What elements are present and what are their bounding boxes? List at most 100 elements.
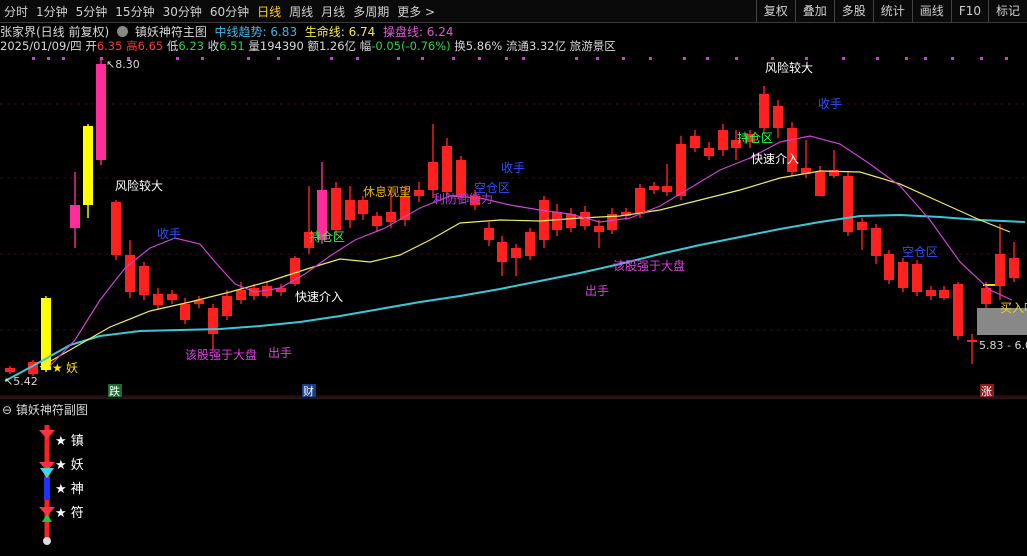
chart-annotation-17: 买入吗 [1000,301,1027,315]
chart-annotation-6: 收手 [501,161,525,175]
life-line [39,170,1011,368]
top-dot-10 [356,57,359,60]
candle-body-0 [5,368,15,372]
chart-annotation-5: 快速介入 [751,152,799,166]
top-dot-26 [842,57,845,60]
top-dot-21 [683,57,686,60]
top-dot-24 [771,57,774,60]
chart-annotation-2: 风险较大 [765,60,813,75]
sub-chart-name: 镇妖神符副图 [15,403,88,417]
candle-body-4 [83,126,93,205]
top-dot-5 [176,57,179,60]
candle-body-61 [871,228,881,256]
chart-annotation-1: 收手 [157,227,181,241]
chart-annotation-11: 快速介入 [295,290,343,304]
candle-body-38 [552,212,562,230]
candle-body-26 [386,212,396,222]
candle-body-3 [70,205,80,228]
top-dot-11 [397,57,400,60]
collapse-icon[interactable]: ⊖ [2,403,12,417]
top-dot-15 [505,57,508,60]
top-dot-28 [905,57,908,60]
candle-body-62 [884,254,894,280]
sub-label-2: ★ 神 [55,482,84,497]
top-dot-31 [980,57,983,60]
top-dot-23 [735,57,738,60]
top-dot-25 [805,57,808,60]
sub-chart-title: ⊖ 镇妖神符副图 [2,401,88,418]
chart-annotation-16: 空仓区 [902,245,938,259]
sub-label-0: ★ 镇 [55,434,84,449]
cyan-diamond-icon [40,468,54,478]
candle-body-31 [456,160,466,196]
candle-body-25 [372,216,382,226]
candle-body-53 [759,94,769,128]
chart-annotation-12: 该股强于大盘 [185,347,257,362]
candle-body-67 [953,284,963,336]
bottom-dot-icon [43,537,51,545]
candle-body-44 [635,188,645,214]
sub-blue-segment [44,478,50,500]
candle-body-33 [484,228,494,240]
candle-body-39 [566,214,576,228]
chart-annotation-13: 出手 [268,346,292,360]
candle-body-23 [345,200,355,220]
candle-body-65 [926,290,936,296]
candle-body-30 [442,146,452,192]
top-dot-22 [706,57,709,60]
candle-body-64 [912,264,922,292]
candle-body-49 [704,148,714,156]
top-dot-0 [32,57,35,60]
star-icon: ★ [52,361,63,375]
candle-body-69 [981,288,991,304]
candle-body-47 [676,144,686,196]
candle-body-60 [857,222,867,230]
green-triangle-icon [42,514,52,522]
low-price-label: ↖5.42 [4,375,38,388]
top-dot-16 [522,57,525,60]
candle-body-29 [428,162,438,190]
top-dot-27 [876,57,879,60]
top-dot-20 [649,57,652,60]
top-dot-6 [201,57,204,60]
candle-body-68 [967,340,977,342]
top-dot-19 [622,57,625,60]
candle-body-54 [773,106,783,128]
chart-annotation-3: 收手 [818,97,842,111]
top-dot-7 [247,57,250,60]
top-dot-29 [924,57,927,60]
candle-body-71 [1009,258,1019,278]
kline-chart[interactable]: 风险较大收手风险较大收手持仓区快速介入收手空仓区休息观望 利防御能力持仓区快速介入… [0,0,1027,556]
candle-body-11 [180,304,190,320]
candle-body-57 [815,172,825,196]
candle-body-50 [718,130,728,150]
sub-label-3: ★ 符 [55,505,84,521]
candle-body-8 [139,266,149,295]
candle-body-14 [222,296,232,316]
candle-body-36 [525,232,535,256]
candle-body-24 [358,200,368,214]
top-dot-1 [47,57,50,60]
candle-body-41 [594,226,604,232]
top-dot-9 [330,57,333,60]
top-dot-2 [62,57,65,60]
diamond-icon-0 [39,430,55,439]
candle-body-63 [898,262,908,288]
candle-body-34 [497,242,507,262]
top-dot-17 [575,57,578,60]
chart-annotation-9: 利防御能力 [433,191,493,206]
chart-annotation-10: 持仓区 [309,229,345,244]
yao-label: 妖 [66,361,78,375]
candle-body-45 [649,186,659,190]
top-dot-13 [452,57,455,60]
candle-body-59 [843,176,853,232]
candle-body-22 [331,188,341,230]
axis-marker-2: 涨 [981,385,992,398]
top-dot-12 [421,57,424,60]
range-price-label: 5.83 - 6.0 [979,339,1027,352]
top-dot-8 [277,57,280,60]
chart-annotation-0: 风险较大 [115,178,163,193]
candle-body-66 [939,290,949,298]
axis-marker-1: 财 [303,384,314,398]
candle-body-6 [111,202,121,255]
